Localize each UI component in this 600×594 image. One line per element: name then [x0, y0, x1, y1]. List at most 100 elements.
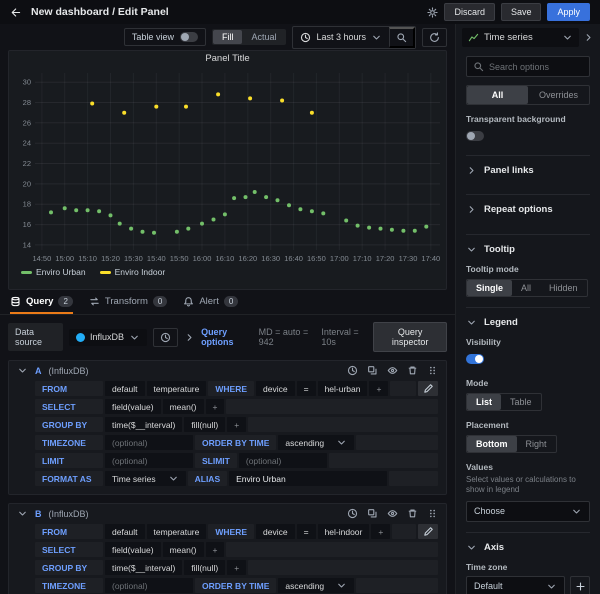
groupby-time-segment[interactable]: time($__interval): [105, 417, 182, 432]
pencil-icon[interactable]: [418, 381, 438, 396]
add-groupby-button[interactable]: +: [227, 417, 246, 432]
where-key-segment[interactable]: device: [256, 381, 295, 396]
datasource-picker[interactable]: InfluxDB: [69, 329, 147, 346]
options-search[interactable]: Search options: [466, 56, 590, 77]
history-icon[interactable]: [347, 365, 358, 376]
query-actions: [347, 365, 438, 376]
limit-input[interactable]: (optional): [105, 453, 193, 468]
where-key-segment[interactable]: device: [256, 524, 295, 539]
query-inspector-button[interactable]: Query inspector: [373, 322, 447, 352]
tab-transform-label: Transform: [105, 296, 148, 307]
drag-handle-icon[interactable]: [427, 508, 438, 519]
option-bottom[interactable]: Bottom: [467, 436, 517, 452]
where-value-segment[interactable]: hel-urban: [318, 381, 368, 396]
drag-handle-icon[interactable]: [427, 365, 438, 376]
zoom-out-button[interactable]: [389, 27, 415, 48]
slimit-input[interactable]: (optional): [239, 453, 327, 468]
where-op-segment[interactable]: =: [297, 381, 316, 396]
timezone-select[interactable]: Default: [466, 576, 565, 594]
legend-item[interactable]: Enviro Urban: [21, 267, 86, 277]
panel-links-section[interactable]: Panel links: [466, 155, 590, 185]
transparent-background-toggle[interactable]: [466, 131, 484, 141]
orderby-select[interactable]: ascending: [278, 578, 354, 593]
query-history-button[interactable]: [153, 328, 178, 347]
collapse-icon[interactable]: [17, 365, 28, 376]
tooltip-section-header[interactable]: Tooltip: [466, 244, 590, 255]
legend-item[interactable]: Enviro Indoor: [100, 267, 166, 277]
table-view-toggle[interactable]: [180, 32, 198, 42]
from-measurement-segment[interactable]: temperature: [147, 381, 207, 396]
add-condition-button[interactable]: +: [369, 381, 388, 396]
groupby-fill-segment[interactable]: fill(null): [184, 417, 225, 432]
tab-transform[interactable]: Transform 0: [89, 296, 167, 314]
visibility-label: Visibility: [466, 337, 590, 347]
refresh-button[interactable]: [422, 28, 447, 47]
orderby-select[interactable]: ascending: [278, 435, 354, 450]
time-range-control: Last 3 hours: [292, 26, 416, 49]
add-condition-button[interactable]: +: [371, 524, 390, 539]
chart-svg-mount: 14161820222426283014:5015:0015:1015:2015…: [9, 67, 446, 265]
format-select[interactable]: Time series: [105, 471, 186, 486]
option-single[interactable]: Single: [467, 280, 512, 296]
select-field-segment[interactable]: field(value): [105, 399, 161, 414]
groupby-label: GROUP BY: [35, 417, 103, 432]
discard-button[interactable]: Discard: [444, 3, 495, 21]
duplicate-icon[interactable]: [367, 365, 378, 376]
collapse-icon[interactable]: [17, 508, 28, 519]
tab-query[interactable]: Query 2: [10, 296, 73, 314]
option-right[interactable]: Right: [517, 436, 556, 452]
history-icon[interactable]: [347, 508, 358, 519]
groupby-fill-segment[interactable]: fill(null): [184, 560, 225, 575]
select-fn-segment[interactable]: mean(): [163, 542, 204, 557]
settings-button[interactable]: [427, 7, 438, 18]
add-timezone-button[interactable]: [570, 576, 590, 594]
timezone-input[interactable]: (optional): [105, 435, 193, 450]
visualization-picker[interactable]: Time series: [462, 28, 579, 47]
option-hidden[interactable]: Hidden: [540, 280, 587, 296]
collapse-options-button[interactable]: [583, 32, 594, 43]
repeat-options-section[interactable]: Repeat options: [466, 194, 590, 224]
actual-button[interactable]: Actual: [242, 30, 285, 44]
add-groupby-button[interactable]: +: [227, 560, 246, 575]
where-op-segment[interactable]: =: [297, 524, 316, 539]
legend-values-select[interactable]: Choose: [466, 501, 590, 522]
axis-section-header[interactable]: Axis: [466, 542, 590, 553]
timezone-input[interactable]: (optional): [105, 578, 193, 593]
option-all[interactable]: All: [467, 86, 528, 104]
add-select-button[interactable]: +: [206, 542, 225, 557]
panel-title[interactable]: Panel Title: [9, 51, 446, 67]
time-range-label: Last 3 hours: [316, 32, 366, 42]
trash-icon[interactable]: [407, 365, 418, 376]
time-series-plot[interactable]: 14161820222426283014:5015:0015:1015:2015…: [9, 67, 446, 265]
option-table[interactable]: Table: [501, 394, 541, 410]
option-list[interactable]: List: [467, 394, 501, 410]
eye-icon[interactable]: [387, 365, 398, 376]
from-db-segment[interactable]: default: [105, 524, 145, 539]
pencil-icon[interactable]: [418, 524, 438, 539]
query-options-toggle[interactable]: Query options: [201, 327, 253, 347]
from-db-segment[interactable]: default: [105, 381, 145, 396]
option-overrides[interactable]: Overrides: [528, 86, 589, 104]
select-fn-segment[interactable]: mean(): [163, 399, 204, 414]
eye-icon[interactable]: [387, 508, 398, 519]
legend-section-header[interactable]: Legend: [466, 317, 590, 328]
trash-icon[interactable]: [407, 508, 418, 519]
svg-text:15:20: 15:20: [101, 254, 120, 263]
from-measurement-segment[interactable]: temperature: [147, 524, 207, 539]
select-field-segment[interactable]: field(value): [105, 542, 161, 557]
duplicate-icon[interactable]: [367, 508, 378, 519]
option-all[interactable]: All: [512, 280, 540, 296]
from-row: FROM default temperature WHERE device = …: [35, 524, 438, 539]
add-select-button[interactable]: +: [206, 399, 225, 414]
fill-button[interactable]: Fill: [213, 30, 243, 44]
where-value-segment[interactable]: hel-indoor: [318, 524, 370, 539]
groupby-time-segment[interactable]: time($__interval): [105, 560, 182, 575]
back-button[interactable]: [10, 7, 21, 18]
alias-input[interactable]: Enviro Urban: [229, 471, 387, 486]
tab-alert[interactable]: Alert 0: [183, 296, 238, 314]
apply-button[interactable]: Apply: [547, 3, 590, 21]
chevron-down-icon: [168, 473, 179, 484]
legend-visibility-toggle[interactable]: [466, 354, 484, 364]
save-button[interactable]: Save: [501, 3, 542, 21]
time-range-picker[interactable]: Last 3 hours: [293, 27, 389, 48]
